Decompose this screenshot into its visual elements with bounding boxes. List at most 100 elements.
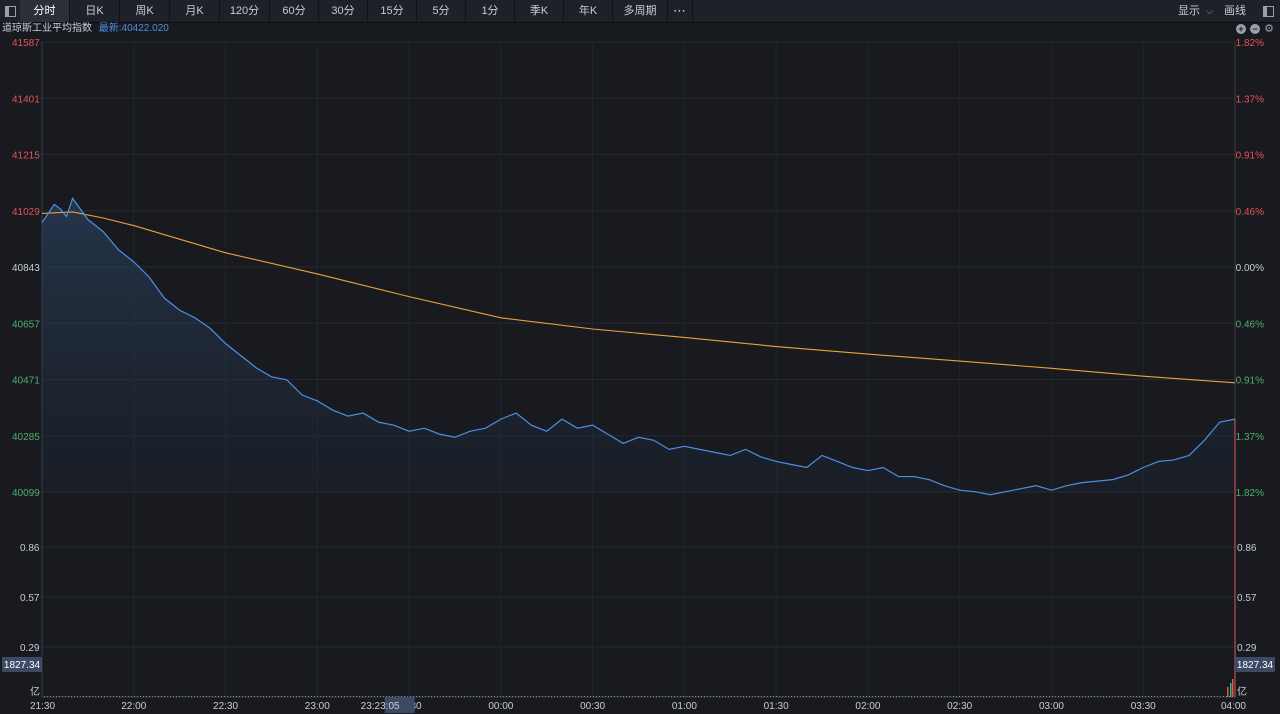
period-toolbar: 分时 日K 周K 月K 120分 60分 30分 15分 5分 1分 季K 年K… bbox=[0, 0, 1280, 23]
tab-year-k[interactable]: 年K bbox=[564, 0, 613, 22]
volume-bar bbox=[1109, 696, 1110, 697]
volume-bar bbox=[824, 696, 825, 697]
tab-quarter-k[interactable]: 季K bbox=[515, 0, 564, 22]
volume-bar bbox=[1227, 687, 1229, 697]
volume-bar bbox=[782, 696, 783, 697]
volume-bar bbox=[65, 696, 66, 697]
volume-bar bbox=[794, 696, 795, 697]
more-icon[interactable]: ⋯ bbox=[668, 0, 693, 22]
volume-bar bbox=[1022, 696, 1023, 697]
x-tick-label: 00:00 bbox=[488, 701, 513, 712]
volume-bar bbox=[422, 696, 423, 697]
zoom-out-icon[interactable]: − bbox=[1250, 24, 1260, 34]
volume-bar bbox=[383, 696, 384, 697]
volume-bar bbox=[443, 696, 444, 697]
volume-tick-left: 0.86 bbox=[20, 543, 40, 554]
volume-bar bbox=[479, 696, 480, 697]
intraday-chart[interactable]: 41587 1.82% 41401 1.37% 41215 0.91% 41029 0.46%… bbox=[0, 0, 1280, 714]
volume-bar bbox=[452, 696, 453, 697]
volume-bar bbox=[632, 696, 633, 697]
volume-bar bbox=[530, 696, 531, 697]
volume-bar bbox=[773, 696, 774, 697]
tab-month-k[interactable]: 月K bbox=[170, 0, 220, 22]
gear-icon[interactable]: ⚙ bbox=[1264, 24, 1274, 35]
volume-bar bbox=[89, 696, 90, 697]
volume-bar bbox=[506, 696, 507, 697]
volume-bar bbox=[875, 696, 876, 697]
volume-bar bbox=[320, 696, 321, 697]
sidebar-toggle-icon[interactable] bbox=[0, 0, 20, 22]
volume-bar bbox=[566, 696, 567, 697]
y-tick-right: 1.82% bbox=[1236, 488, 1264, 499]
volume-bar bbox=[617, 696, 618, 697]
volume-bar bbox=[653, 696, 654, 697]
tab-120min[interactable]: 120分 bbox=[220, 0, 270, 22]
volume-bar bbox=[224, 696, 225, 697]
volume-bar bbox=[1055, 696, 1056, 697]
volume-bar bbox=[560, 696, 561, 697]
volume-bar bbox=[1124, 696, 1125, 697]
volume-bar bbox=[1067, 696, 1068, 697]
tab-fenshi[interactable]: 分时 bbox=[20, 0, 70, 22]
volume-bar bbox=[53, 696, 54, 697]
volume-bar bbox=[1091, 696, 1092, 697]
volume-bar bbox=[1031, 696, 1032, 697]
volume-bar bbox=[839, 696, 840, 697]
volume-bar bbox=[890, 696, 891, 697]
volume-bar bbox=[242, 696, 243, 697]
tab-week-k[interactable]: 周K bbox=[120, 0, 170, 22]
volume-bar bbox=[893, 696, 894, 697]
volume-readout-box-right bbox=[1235, 657, 1275, 672]
index-name: 道琼斯工业平均指数 bbox=[2, 23, 92, 34]
volume-bar bbox=[974, 696, 975, 697]
volume-bar bbox=[797, 696, 798, 697]
volume-bar bbox=[770, 696, 771, 697]
volume-bar bbox=[1175, 696, 1176, 697]
volume-bar bbox=[293, 696, 294, 697]
volume-bar bbox=[1142, 696, 1143, 697]
panel-toggle-icon[interactable] bbox=[1258, 0, 1278, 22]
tab-multi-period[interactable]: 多周期 bbox=[613, 0, 668, 22]
volume-bar bbox=[446, 696, 447, 697]
volume-bar bbox=[107, 696, 108, 697]
volume-bar bbox=[713, 696, 714, 697]
volume-bar bbox=[656, 696, 657, 697]
tab-5min[interactable]: 5分 bbox=[417, 0, 466, 22]
volume-bar bbox=[170, 696, 171, 697]
volume-bar bbox=[488, 696, 489, 697]
y-tick-left: 40657 bbox=[12, 319, 40, 330]
volume-bar bbox=[896, 696, 897, 697]
volume-bar bbox=[284, 696, 285, 697]
volume-bar bbox=[536, 696, 537, 697]
volume-bar bbox=[329, 696, 330, 697]
volume-bar bbox=[818, 696, 819, 697]
y-tick-right: 0.91% bbox=[1236, 151, 1264, 162]
volume-bar bbox=[1052, 696, 1053, 697]
volume-unit-left: 亿 bbox=[30, 685, 40, 698]
average-price-line bbox=[41, 211, 1236, 384]
tab-15min[interactable]: 15分 bbox=[368, 0, 417, 22]
volume-bar bbox=[995, 696, 996, 697]
volume-bar bbox=[1049, 696, 1050, 697]
display-menu[interactable]: 显示 ⌵ bbox=[1178, 0, 1213, 22]
chart-header: 道琼斯工业平均指数 最新:40422.020 bbox=[2, 22, 169, 36]
volume-bar bbox=[437, 696, 438, 697]
volume-bar bbox=[248, 696, 249, 697]
volume-bar bbox=[344, 696, 345, 697]
volume-bar bbox=[317, 696, 318, 697]
tab-30min[interactable]: 30分 bbox=[319, 0, 368, 22]
volume-bar bbox=[788, 696, 789, 697]
volume-bar bbox=[131, 696, 132, 697]
zoom-in-icon[interactable]: + bbox=[1236, 24, 1246, 34]
volume-bar bbox=[473, 696, 474, 697]
volume-bar bbox=[902, 696, 903, 697]
volume-bar bbox=[50, 696, 51, 697]
tab-day-k[interactable]: 日K bbox=[70, 0, 120, 22]
draw-line-button[interactable]: 画线 bbox=[1224, 0, 1246, 22]
tab-1min[interactable]: 1分 bbox=[466, 0, 515, 22]
tab-60min[interactable]: 60分 bbox=[270, 0, 319, 22]
volume-bar bbox=[593, 696, 594, 697]
volume-bar bbox=[482, 696, 483, 697]
volume-bar bbox=[854, 696, 855, 697]
volume-bar bbox=[1034, 696, 1035, 697]
